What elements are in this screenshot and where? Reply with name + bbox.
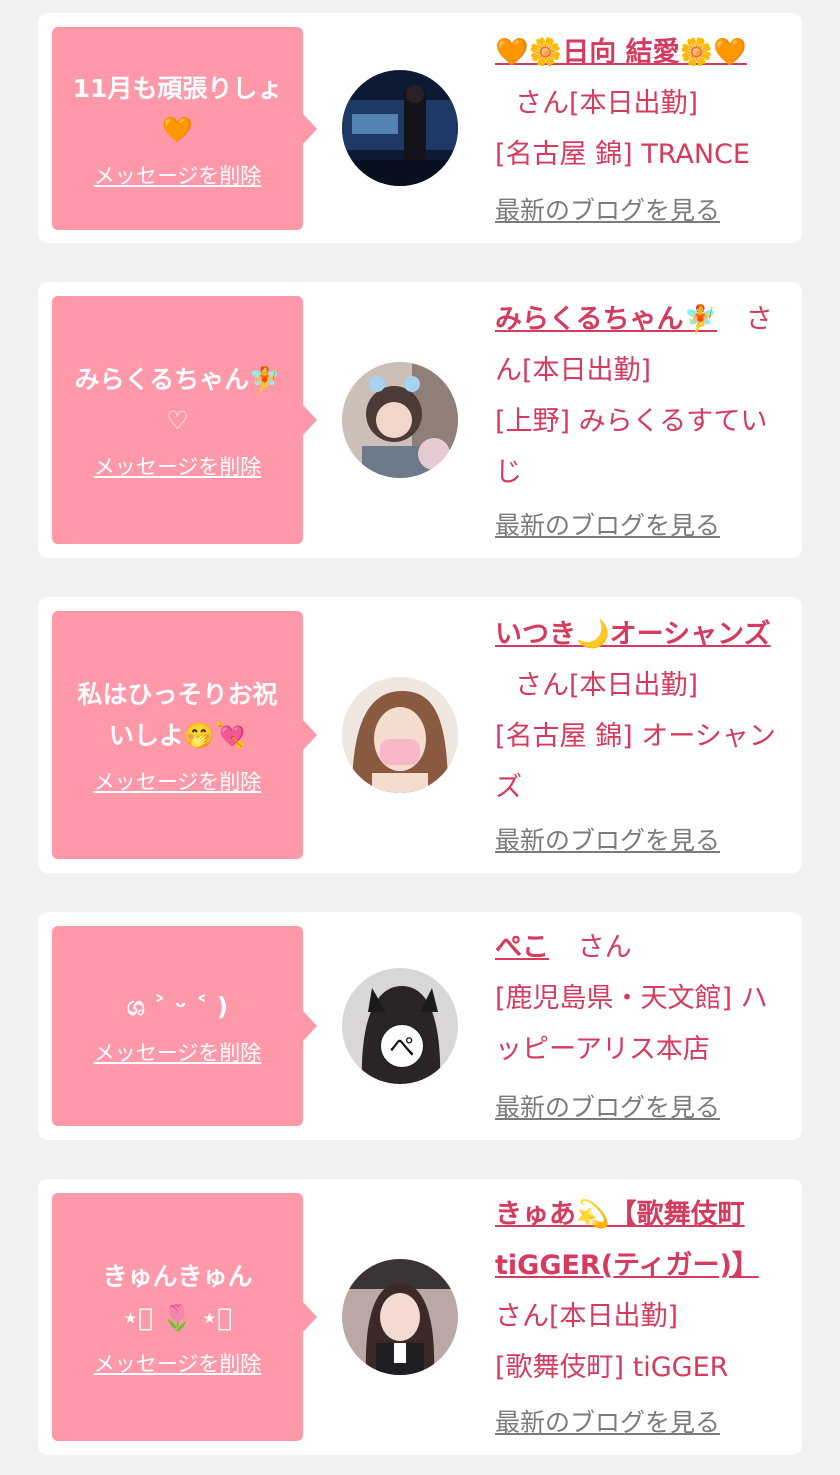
delete-message-link[interactable]: メッセージを削除 — [94, 766, 262, 796]
cast-name-link[interactable]: ぺこ — [495, 932, 549, 963]
message-text: みらくるちゃん🧚 ♡ — [74, 365, 281, 435]
cast-info: 🧡🌼日向 結愛🌼🧡 さん[本日出勤] [名古屋 錦] TRANCE — [495, 27, 791, 180]
favorite-card: ශ ˃ ᵕ ˂ ) メッセージを削除 ぺ ぺこ さん [鹿児島県・天文館] ハッ… — [38, 912, 802, 1140]
honorific: さん — [495, 1301, 549, 1332]
favorite-card: きゅんきゅん ⋆͛ 🌷 ⋆͛ メッセージを削除 きゅあ💫【歌舞伎町tiGGER(… — [38, 1179, 802, 1455]
message-text: きゅんきゅん ⋆͛ 🌷 ⋆͛ — [102, 1262, 253, 1332]
shop-name: [鹿児島県・天文館] ハッピーアリス本店 — [495, 983, 768, 1065]
honorific: さん — [577, 932, 632, 963]
avatar[interactable] — [342, 1259, 458, 1375]
latest-blog-link[interactable]: 最新のブログを見る — [495, 1403, 720, 1439]
message-bubble: ශ ˃ ᵕ ˂ ) メッセージを削除 — [52, 926, 317, 1126]
message-bubble: きゅんきゅん ⋆͛ 🌷 ⋆͛ メッセージを削除 — [52, 1193, 317, 1441]
avatar-photo-icon — [342, 677, 458, 793]
shop-name: [歌舞伎町] tiGGER — [495, 1352, 729, 1383]
shop-name: [名古屋 錦] TRANCE — [495, 139, 750, 170]
message-bubble: みらくるちゃん🧚 ♡ メッセージを削除 — [52, 296, 317, 544]
avatar-photo-icon — [342, 1259, 458, 1375]
cast-name-link[interactable]: 🧡🌼日向 結愛🌼🧡 — [495, 37, 747, 68]
favorites-list: 11月も頑張りしょ 🧡 メッセージを削除 🧡🌼日向 結愛🌼🧡 さん[本日出勤] … — [0, 0, 840, 1475]
avatar[interactable]: ぺ — [342, 968, 458, 1084]
message-text: 私はひっそりお祝 いしよ🤭💘 — [77, 680, 278, 750]
delete-message-link[interactable]: メッセージを削除 — [94, 451, 262, 481]
message-text: ශ ˃ ᵕ ˂ ) — [126, 991, 229, 1021]
favorite-card: 私はひっそりお祝 いしよ🤭💘 メッセージを削除 いつき🌙オーシャンズ さん[本日… — [38, 597, 802, 873]
cast-info: ぺこ さん [鹿児島県・天文館] ハッピーアリス本店 — [495, 922, 791, 1075]
message-bubble: 11月も頑張りしょ 🧡 メッセージを削除 — [52, 27, 317, 230]
shop-name: [上野] みらくるすていじ — [495, 406, 768, 488]
avatar-photo-icon — [342, 70, 458, 186]
work-status: [本日出勤] — [522, 355, 652, 386]
honorific: さん — [515, 670, 569, 701]
work-status: [本日出勤] — [569, 88, 699, 119]
latest-blog-link[interactable]: 最新のブログを見る — [495, 191, 720, 227]
cast-info: きゅあ💫【歌舞伎町tiGGER(ティガー)】 さん[本日出勤] [歌舞伎町] t… — [495, 1189, 791, 1393]
message-bubble: 私はひっそりお祝 いしよ🤭💘 メッセージを削除 — [52, 611, 317, 859]
latest-blog-link[interactable]: 最新のブログを見る — [495, 821, 720, 857]
avatar-photo-icon — [342, 362, 458, 478]
favorite-card: 11月も頑張りしょ 🧡 メッセージを削除 🧡🌼日向 結愛🌼🧡 さん[本日出勤] … — [38, 13, 802, 243]
cast-info: いつき🌙オーシャンズ さん[本日出勤] [名古屋 錦] オーシャンズ — [495, 609, 791, 813]
shop-name: [名古屋 錦] オーシャンズ — [495, 721, 776, 803]
latest-blog-link[interactable]: 最新のブログを見る — [495, 1088, 720, 1124]
avatar[interactable] — [342, 677, 458, 793]
work-status: [本日出勤] — [549, 1301, 679, 1332]
work-status: [本日出勤] — [569, 670, 699, 701]
avatar[interactable] — [342, 70, 458, 186]
latest-blog-link[interactable]: 最新のブログを見る — [495, 506, 720, 542]
avatar[interactable] — [342, 362, 458, 478]
cast-name-link[interactable]: いつき🌙オーシャンズ — [495, 619, 771, 650]
cast-name-link[interactable]: みらくるちゃん🧚 — [495, 304, 717, 335]
delete-message-link[interactable]: メッセージを削除 — [94, 1037, 262, 1067]
honorific: さん — [515, 88, 569, 119]
message-text: 11月も頑張りしょ 🧡 — [72, 73, 283, 144]
delete-message-link[interactable]: メッセージを削除 — [94, 160, 262, 190]
cast-info: みらくるちゃん🧚 さん[本日出勤] [上野] みらくるすていじ — [495, 294, 791, 498]
delete-message-link[interactable]: メッセージを削除 — [94, 1348, 262, 1378]
avatar-photo-icon: ぺ — [342, 968, 458, 1084]
svg-text:ぺ: ぺ — [389, 1033, 415, 1063]
cast-name-link[interactable]: きゅあ💫【歌舞伎町tiGGER(ティガー)】 — [495, 1199, 759, 1281]
favorite-card: みらくるちゃん🧚 ♡ メッセージを削除 みらくるちゃん🧚 さん[本日出勤] [上… — [38, 282, 802, 558]
